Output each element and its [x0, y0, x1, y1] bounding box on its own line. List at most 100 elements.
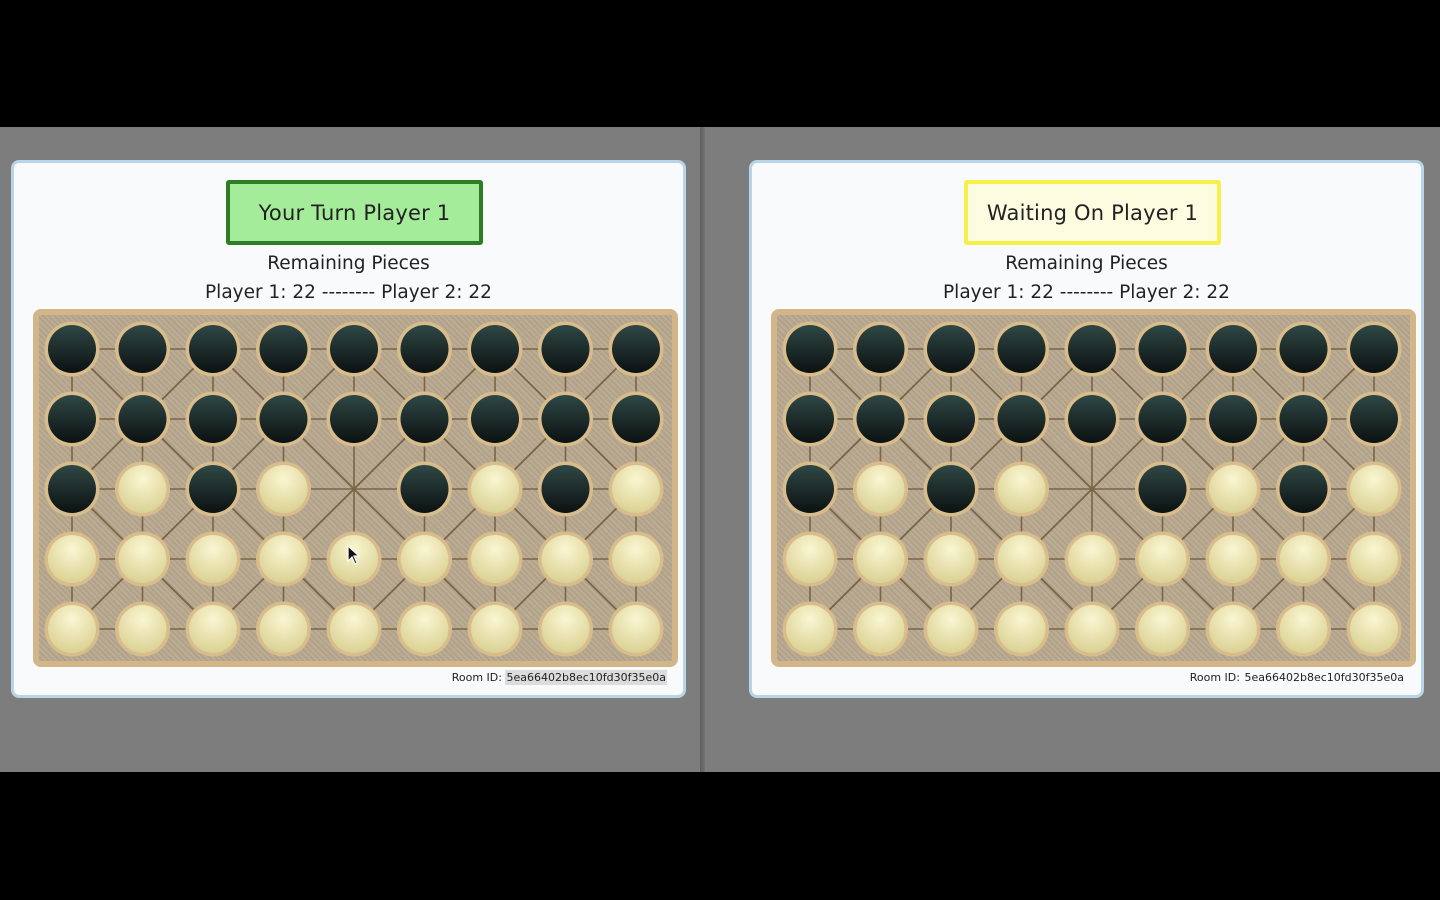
dark-piece[interactable] — [608, 321, 664, 377]
dark-piece[interactable] — [782, 321, 838, 377]
light-piece[interactable] — [397, 531, 452, 587]
dark-piece[interactable] — [185, 321, 241, 377]
light-piece[interactable] — [256, 531, 311, 587]
dark-piece[interactable] — [185, 461, 241, 517]
light-piece[interactable] — [1346, 531, 1402, 587]
light-piece[interactable] — [853, 531, 908, 587]
mouse-pointer-icon — [347, 545, 361, 565]
dark-piece[interactable] — [923, 461, 979, 517]
dark-piece[interactable] — [397, 391, 452, 447]
dark-piece[interactable] — [1346, 391, 1402, 447]
light-piece[interactable] — [782, 601, 838, 657]
dark-piece[interactable] — [44, 391, 100, 447]
turn-status-badge: Your Turn Player 1 — [226, 180, 483, 245]
light-piece[interactable] — [853, 601, 908, 657]
dark-piece[interactable] — [1064, 391, 1120, 447]
room-id-value[interactable]: 5ea66402b8ec10fd30f35e0a — [505, 670, 667, 685]
light-piece[interactable] — [1276, 601, 1331, 657]
dark-piece[interactable] — [853, 321, 908, 377]
dark-piece[interactable] — [1135, 321, 1190, 377]
light-piece[interactable] — [44, 601, 100, 657]
light-piece[interactable] — [1205, 531, 1261, 587]
remaining-pieces-scores: Player 1: 22 -------- Player 2: 22 — [205, 282, 492, 303]
game-board[interactable] — [771, 309, 1416, 667]
turn-status-badge: Waiting On Player 1 — [964, 180, 1221, 245]
dark-piece[interactable] — [397, 461, 452, 517]
dark-piece[interactable] — [538, 461, 593, 517]
light-piece[interactable] — [1276, 531, 1331, 587]
dark-piece[interactable] — [115, 321, 170, 377]
light-piece[interactable] — [1205, 601, 1261, 657]
light-piece[interactable] — [853, 461, 908, 517]
dark-piece[interactable] — [538, 391, 593, 447]
dark-piece[interactable] — [256, 391, 311, 447]
light-piece[interactable] — [1064, 601, 1120, 657]
dark-piece[interactable] — [1064, 321, 1120, 377]
light-piece[interactable] — [923, 531, 979, 587]
light-piece[interactable] — [1346, 461, 1402, 517]
dark-piece[interactable] — [608, 391, 664, 447]
dark-piece[interactable] — [923, 321, 979, 377]
empty-point[interactable] — [1089, 486, 1095, 492]
dark-piece[interactable] — [782, 461, 838, 517]
dark-piece[interactable] — [1205, 321, 1261, 377]
dark-piece[interactable] — [853, 391, 908, 447]
dark-piece[interactable] — [1276, 321, 1331, 377]
dark-piece[interactable] — [467, 391, 523, 447]
light-piece[interactable] — [1346, 601, 1402, 657]
room-id-text: Room ID: 5ea66402b8ec10fd30f35e0a — [452, 670, 667, 685]
light-piece[interactable] — [923, 601, 979, 657]
dark-piece[interactable] — [44, 461, 100, 517]
dark-piece[interactable] — [1346, 321, 1402, 377]
light-piece[interactable] — [326, 601, 382, 657]
light-piece[interactable] — [256, 601, 311, 657]
board-svg — [782, 321, 1402, 657]
dark-piece[interactable] — [1276, 391, 1331, 447]
light-piece[interactable] — [538, 531, 593, 587]
light-piece[interactable] — [115, 601, 170, 657]
dark-piece[interactable] — [782, 391, 838, 447]
dark-piece[interactable] — [185, 391, 241, 447]
dark-piece[interactable] — [538, 321, 593, 377]
dark-piece[interactable] — [1135, 391, 1190, 447]
dark-piece[interactable] — [256, 321, 311, 377]
light-piece[interactable] — [397, 601, 452, 657]
light-piece[interactable] — [256, 461, 311, 517]
light-piece[interactable] — [1205, 461, 1261, 517]
dark-piece[interactable] — [994, 391, 1049, 447]
dark-piece[interactable] — [994, 321, 1049, 377]
light-piece[interactable] — [608, 461, 664, 517]
dark-piece[interactable] — [1135, 461, 1190, 517]
empty-point[interactable] — [351, 486, 357, 492]
light-piece[interactable] — [608, 531, 664, 587]
dark-piece[interactable] — [1205, 391, 1261, 447]
light-piece[interactable] — [994, 531, 1049, 587]
light-piece[interactable] — [1064, 531, 1120, 587]
light-piece[interactable] — [115, 461, 170, 517]
dark-piece[interactable] — [467, 321, 523, 377]
dark-piece[interactable] — [326, 391, 382, 447]
dark-piece[interactable] — [397, 321, 452, 377]
light-piece[interactable] — [44, 531, 100, 587]
light-piece[interactable] — [538, 601, 593, 657]
light-piece[interactable] — [994, 461, 1049, 517]
light-piece[interactable] — [185, 601, 241, 657]
light-piece[interactable] — [994, 601, 1049, 657]
dark-piece[interactable] — [326, 321, 382, 377]
light-piece[interactable] — [467, 601, 523, 657]
dark-piece[interactable] — [44, 321, 100, 377]
room-id-value[interactable]: 5ea66402b8ec10fd30f35e0a — [1243, 670, 1405, 685]
game-card: Waiting On Player 1 Remaining Pieces Pla… — [749, 160, 1424, 698]
light-piece[interactable] — [1135, 601, 1190, 657]
light-piece[interactable] — [1135, 531, 1190, 587]
light-piece[interactable] — [467, 531, 523, 587]
light-piece[interactable] — [115, 531, 170, 587]
dark-piece[interactable] — [923, 391, 979, 447]
dark-piece[interactable] — [115, 391, 170, 447]
game-board[interactable] — [33, 309, 678, 667]
light-piece[interactable] — [185, 531, 241, 587]
light-piece[interactable] — [608, 601, 664, 657]
light-piece[interactable] — [782, 531, 838, 587]
light-piece[interactable] — [467, 461, 523, 517]
dark-piece[interactable] — [1276, 461, 1331, 517]
